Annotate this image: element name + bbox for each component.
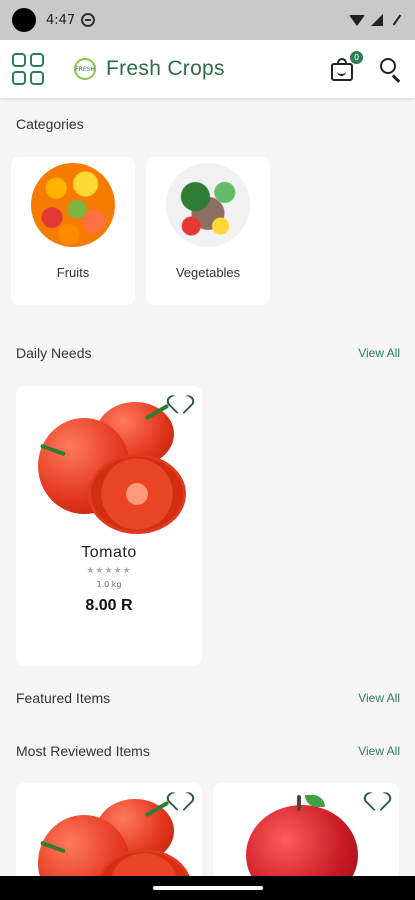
categories-title: Categories — [16, 116, 84, 132]
favorite-heart-icon[interactable] — [172, 793, 192, 811]
signal-icon — [371, 14, 383, 26]
apple-image — [213, 783, 399, 883]
daily-needs-view-all-link[interactable]: View All — [358, 346, 400, 360]
product-name: Tomato — [81, 544, 137, 561]
product-card-tomato-reviewed[interactable] — [16, 783, 202, 883]
brand-title: Fresh Crops — [106, 57, 225, 80]
home-gesture-handle[interactable] — [153, 886, 263, 890]
system-navigation-bar — [0, 876, 415, 900]
wifi-icon — [349, 14, 365, 26]
search-icon[interactable] — [379, 57, 403, 83]
cart-count-badge: 0 — [350, 51, 363, 64]
leaf-logo-icon: FRESH — [74, 58, 96, 80]
tomato-image — [16, 783, 202, 883]
category-card-fruits[interactable]: Fruits — [11, 157, 135, 305]
category-card-vegetables[interactable]: Vegetables — [146, 157, 270, 305]
logo-text: FRESH — [75, 65, 95, 73]
category-label: Vegetables — [175, 265, 241, 280]
fruits-image — [31, 163, 115, 247]
product-rating-stars: ★★★★★ — [86, 566, 132, 576]
camera-cutout — [12, 8, 36, 32]
battery-icon — [392, 14, 402, 26]
product-card-tomato[interactable]: Tomato ★★★★★ 1.0 kg 8.00 R — [16, 386, 202, 666]
featured-view-all-link[interactable]: View All — [358, 691, 400, 705]
status-bar: 4:47 — [0, 0, 415, 40]
product-price: 8.00 R — [85, 597, 133, 614]
product-weight: 1.0 kg — [96, 580, 122, 589]
product-card-apple[interactable] — [213, 783, 399, 883]
status-time: 4:47 — [46, 12, 76, 28]
most-reviewed-title: Most Reviewed Items — [16, 743, 150, 759]
tomato-image — [16, 386, 202, 538]
status-indicators — [349, 14, 403, 26]
favorite-heart-icon[interactable] — [369, 793, 389, 811]
cart-button[interactable]: 0 — [331, 51, 363, 81]
favorite-heart-icon[interactable] — [172, 396, 192, 414]
vegetables-image — [166, 163, 250, 247]
most-reviewed-view-all-link[interactable]: View All — [358, 744, 400, 758]
grid-menu-icon[interactable] — [12, 53, 44, 85]
category-label: Fruits — [56, 265, 90, 280]
featured-items-title: Featured Items — [16, 690, 111, 706]
app-bar: FRESH Fresh Crops 0 — [0, 40, 415, 98]
vpn-icon — [81, 13, 96, 27]
daily-needs-title: Daily Needs — [16, 345, 92, 361]
